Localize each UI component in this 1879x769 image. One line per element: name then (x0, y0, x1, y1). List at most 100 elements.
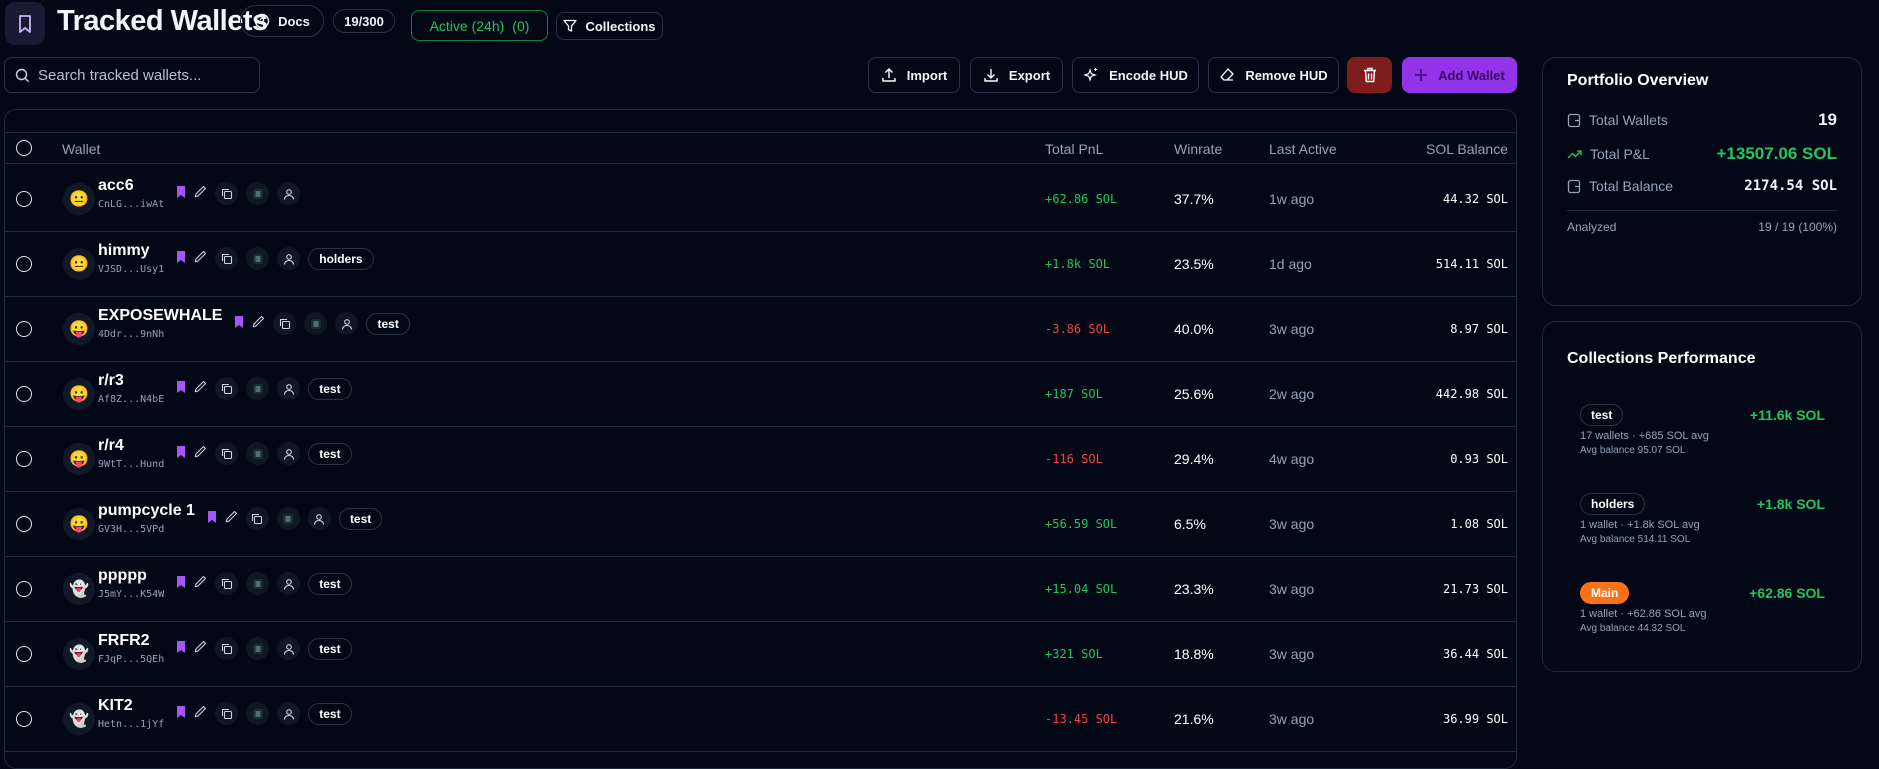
collection-item[interactable]: Main +62.86 SOL 1 wallet · +62.86 SOL avg… (1580, 582, 1825, 634)
collection-tag[interactable]: test (366, 312, 410, 335)
delete-button[interactable] (1347, 57, 1392, 93)
col-wallet[interactable]: Wallet (62, 141, 100, 157)
copy-button[interactable] (215, 702, 239, 725)
edit-button[interactable] (252, 315, 265, 333)
table-row[interactable]: 👻 FRFR2 FJqP...5QEh test +321 SOL 18.8% 3… (5, 622, 1516, 687)
wallet-name[interactable]: KIT2 (98, 697, 164, 715)
wallet-name[interactable]: r/r3 (98, 372, 164, 390)
wallet-address[interactable]: 9WtT...Hund (98, 459, 164, 470)
remove-hud-button[interactable]: Remove HUD (1208, 57, 1339, 93)
profile-button[interactable] (277, 442, 301, 465)
wallet-address[interactable]: VJSD...Usy1 (98, 264, 164, 275)
col-pnl[interactable]: Total PnL (1045, 141, 1103, 157)
list-button[interactable] (246, 247, 270, 270)
table-row[interactable]: 👻 KIT2 Hetn...1jYf test -13.45 SOL 21.6% … (5, 687, 1516, 752)
profile-button[interactable] (277, 182, 301, 205)
search-box[interactable] (4, 57, 260, 93)
export-button[interactable]: Export (970, 57, 1063, 93)
row-checkbox[interactable] (16, 646, 32, 662)
wallet-name[interactable]: pumpcycle 1 (98, 502, 195, 520)
bookmark-button[interactable] (176, 705, 186, 723)
row-checkbox[interactable] (16, 711, 32, 727)
edit-button[interactable] (194, 185, 207, 203)
wallet-address[interactable]: GV3H...5VPd (98, 524, 195, 535)
profile-button[interactable] (277, 377, 301, 400)
edit-button[interactable] (194, 445, 207, 463)
table-row[interactable]: 👻 ppppp J5mY...K54W test +15.04 SOL 23.3%… (5, 557, 1516, 622)
profile-button[interactable] (277, 572, 301, 595)
wallet-name[interactable]: FRFR2 (98, 632, 164, 650)
wallet-address[interactable]: Af8Z...N4bE (98, 394, 164, 405)
copy-button[interactable] (245, 507, 269, 530)
profile-button[interactable] (277, 247, 301, 270)
col-last-active[interactable]: Last Active (1269, 141, 1337, 157)
edit-button[interactable] (194, 575, 207, 593)
wallet-name[interactable]: himmy (98, 242, 164, 260)
collection-tag[interactable]: holders (308, 247, 374, 270)
col-winrate[interactable]: Winrate (1174, 141, 1222, 157)
profile-button[interactable] (277, 702, 301, 725)
encode-hud-button[interactable]: Encode HUD (1072, 57, 1199, 93)
bookmark-button[interactable] (176, 575, 186, 593)
search-input[interactable] (38, 66, 248, 84)
collections-filter-button[interactable]: Collections (556, 12, 663, 40)
wallet-name[interactable]: r/r4 (98, 437, 164, 455)
bookmark-button[interactable] (176, 380, 186, 398)
table-row[interactable]: 😛 r/r3 Af8Z...N4bE test +187 SOL 25.6% 2w… (5, 362, 1516, 427)
copy-button[interactable] (215, 572, 239, 595)
add-wallet-button[interactable]: Add Wallet (1402, 57, 1517, 93)
list-button[interactable] (246, 572, 270, 595)
row-checkbox[interactable] (16, 256, 32, 272)
edit-button[interactable] (194, 705, 207, 723)
row-checkbox[interactable] (16, 386, 32, 402)
copy-button[interactable] (273, 312, 297, 335)
copy-button[interactable] (215, 442, 239, 465)
docs-button[interactable]: ? Docs (240, 5, 324, 37)
copy-button[interactable] (215, 182, 239, 205)
bookmark-button[interactable] (234, 315, 244, 333)
import-button[interactable]: Import (868, 57, 960, 93)
wallet-name[interactable]: EXPOSEWHALE (98, 307, 222, 325)
active-filter-button[interactable]: Active (24h) (0) (411, 10, 548, 41)
bookmark-button[interactable] (176, 185, 186, 203)
row-checkbox[interactable] (16, 321, 32, 337)
table-row[interactable]: 😛 r/r4 9WtT...Hund test -116 SOL 29.4% 4w… (5, 427, 1516, 492)
profile-button[interactable] (277, 637, 301, 660)
table-row[interactable]: 😛 EXPOSEWHALE 4Ddr...9nNh test -3.86 SOL … (5, 297, 1516, 362)
bookmark-button[interactable] (176, 250, 186, 268)
collection-item[interactable]: holders +1.8k SOL 1 wallet · +1.8k SOL av… (1580, 493, 1825, 545)
profile-button[interactable] (335, 312, 359, 335)
list-button[interactable] (276, 507, 300, 530)
copy-button[interactable] (215, 377, 239, 400)
list-button[interactable] (246, 442, 270, 465)
list-button[interactable] (246, 182, 270, 205)
table-row[interactable]: 😐 himmy VJSD...Usy1 holders +1.8k SOL 23.… (5, 232, 1516, 297)
collection-item[interactable]: test +11.6k SOL 17 wallets · +685 SOL avg… (1580, 404, 1825, 456)
bookmark-button[interactable] (176, 445, 186, 463)
col-balance[interactable]: SOL Balance (1426, 141, 1508, 157)
wallet-address[interactable]: J5mY...K54W (98, 589, 164, 600)
row-checkbox[interactable] (16, 516, 32, 532)
list-button[interactable] (246, 637, 270, 660)
edit-button[interactable] (225, 510, 238, 528)
collection-tag[interactable]: test (308, 377, 352, 400)
wallet-name[interactable]: acc6 (98, 177, 164, 195)
copy-button[interactable] (215, 637, 239, 660)
profile-button[interactable] (307, 507, 331, 530)
row-checkbox[interactable] (16, 581, 32, 597)
table-row[interactable]: 😐 acc6 CnLG...iwAt +62.86 SOL 37.7% 1w ag… (5, 167, 1516, 232)
wallet-address[interactable]: CnLG...iwAt (98, 199, 164, 210)
list-button[interactable] (304, 312, 328, 335)
edit-button[interactable] (194, 640, 207, 658)
row-checkbox[interactable] (16, 191, 32, 207)
wallet-address[interactable]: 4Ddr...9nNh (98, 329, 222, 340)
collection-tag[interactable]: test (308, 702, 352, 725)
collection-tag[interactable]: test (338, 507, 383, 530)
select-all-checkbox[interactable] (16, 140, 32, 156)
wallet-address[interactable]: Hetn...1jYf (98, 719, 164, 730)
collection-tag[interactable]: test (308, 637, 352, 660)
collection-tag[interactable]: test (308, 572, 352, 595)
wallet-address[interactable]: FJqP...5QEh (98, 654, 164, 665)
collection-tag[interactable]: test (308, 442, 352, 465)
list-button[interactable] (246, 377, 270, 400)
